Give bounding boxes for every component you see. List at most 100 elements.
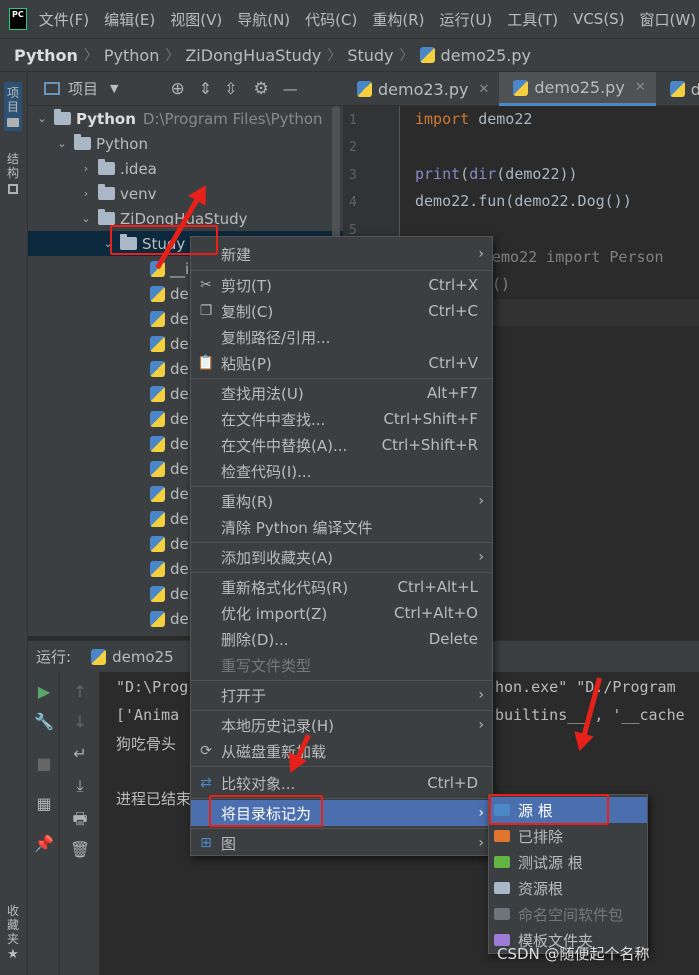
ctx-reformat-code[interactable]: 重新格式化代码(R) Ctrl+Alt+L bbox=[191, 574, 492, 600]
python-file-icon bbox=[669, 81, 685, 97]
tree-item-label: de bbox=[170, 334, 189, 353]
tab-demo23[interactable]: demo23.py ✕ bbox=[343, 72, 499, 106]
locate-icon[interactable]: ⊕ bbox=[170, 79, 184, 99]
expand-all-icon[interactable]: ⇕ bbox=[199, 79, 212, 98]
run-toolbar-primary: ▶ 🔧 ■ ▦ 📌 bbox=[28, 672, 60, 975]
menu-edit[interactable]: 编辑(E) bbox=[104, 9, 155, 30]
ctx-clean-pyc[interactable]: 清除 Python 编译文件 bbox=[191, 514, 492, 540]
submenu-excluded[interactable]: 已排除 bbox=[489, 823, 647, 849]
ctx-compare-with[interactable]: ⇄ 比较对象... Ctrl+D bbox=[191, 770, 492, 796]
folder-icon bbox=[7, 118, 19, 127]
ctx-replace-in-files[interactable]: 在文件中替换(A)... Ctrl+Shift+R bbox=[191, 432, 492, 458]
left-tool-stripe: 项目 结构 收藏夹 ★ bbox=[0, 72, 28, 975]
python-file-icon bbox=[150, 585, 165, 602]
stop-icon[interactable]: ■ bbox=[32, 754, 56, 773]
ctx-copy-path[interactable]: 复制路径/引用... bbox=[191, 324, 492, 350]
gear-icon[interactable]: ⚙ bbox=[254, 79, 269, 99]
rerun-icon[interactable]: ▶ bbox=[32, 682, 56, 701]
console-line: ['Anima bbox=[116, 706, 180, 724]
menu-divider bbox=[191, 766, 492, 767]
ctx-refactor[interactable]: 重构(R) › bbox=[191, 488, 492, 514]
hide-panel-icon[interactable]: — bbox=[283, 80, 298, 98]
submenu-resources-root[interactable]: 资源根 bbox=[489, 875, 647, 901]
tab-label: demo23.py bbox=[378, 79, 469, 99]
tree-item-idea[interactable]: › .idea bbox=[28, 156, 343, 181]
project-tool-tab[interactable]: 项目 bbox=[4, 82, 22, 131]
layout-icon[interactable]: ▦ bbox=[32, 794, 56, 813]
pycharm-logo-icon: PC bbox=[9, 8, 27, 30]
menu-divider bbox=[191, 828, 492, 829]
project-tool-label: 项目 bbox=[6, 86, 19, 114]
print-icon[interactable]: 🖶 bbox=[68, 808, 92, 835]
submenu-test-sources-root[interactable]: 测试源 根 bbox=[489, 849, 647, 875]
python-file-icon bbox=[150, 435, 165, 452]
python-file-icon bbox=[150, 310, 165, 327]
menu-window[interactable]: 窗口(W) bbox=[640, 9, 697, 30]
project-view-icon bbox=[44, 82, 60, 95]
breadcrumb-project[interactable]: Python bbox=[14, 46, 78, 65]
menu-code[interactable]: 代码(C) bbox=[305, 9, 357, 30]
ctx-add-to-favorites[interactable]: 添加到收藏夹(A) › bbox=[191, 544, 492, 570]
breadcrumb-python[interactable]: Python bbox=[104, 46, 159, 65]
soft-wrap-icon[interactable]: ↵ bbox=[68, 744, 92, 763]
collapse-all-icon[interactable]: ⇳ bbox=[224, 79, 237, 98]
structure-tool-tab[interactable]: 结构 bbox=[4, 152, 22, 194]
tree-item-label: de bbox=[170, 384, 189, 403]
breadcrumb-file[interactable]: demo25.py bbox=[441, 46, 531, 65]
wrench-icon[interactable]: 🔧 bbox=[32, 712, 56, 731]
close-icon[interactable]: ✕ bbox=[635, 80, 646, 95]
ctx-open-in[interactable]: 打开于 › bbox=[191, 682, 492, 708]
menu-tools[interactable]: 工具(T) bbox=[507, 9, 558, 30]
python-file-icon bbox=[150, 485, 165, 502]
breadcrumb-study[interactable]: Study bbox=[347, 46, 393, 65]
ctx-new[interactable]: 新建 › bbox=[191, 241, 492, 267]
python-file-icon bbox=[150, 610, 165, 627]
tree-item-venv[interactable]: › venv bbox=[28, 181, 343, 206]
python-file-icon bbox=[150, 560, 165, 577]
ctx-copy[interactable]: ❐ 复制(C) Ctrl+C bbox=[191, 298, 492, 324]
ctx-delete[interactable]: 删除(D)... Delete bbox=[191, 626, 492, 652]
line-number: 2 bbox=[349, 140, 357, 155]
python-file-icon bbox=[150, 285, 165, 302]
arrow-up-icon[interactable]: ↑ bbox=[68, 682, 92, 701]
menu-vcs[interactable]: VCS(S) bbox=[573, 10, 624, 28]
ctx-local-history[interactable]: 本地历史记录(H) › bbox=[191, 712, 492, 738]
menu-refactor[interactable]: 重构(R) bbox=[372, 9, 424, 30]
line-number: 3 bbox=[349, 168, 357, 183]
run-tab-demo25[interactable]: demo25 bbox=[112, 648, 174, 666]
chevron-down-icon[interactable]: ▼ bbox=[110, 82, 118, 95]
tab-dem[interactable]: dem bbox=[656, 72, 699, 106]
tree-item-python[interactable]: ⌄ Python bbox=[28, 131, 343, 156]
arrow-down-icon[interactable]: ↓ bbox=[68, 712, 92, 731]
tab-demo25[interactable]: demo25.py ✕ bbox=[499, 72, 656, 106]
ctx-optimize-imports[interactable]: 优化 import(Z) Ctrl+Alt+O bbox=[191, 600, 492, 626]
project-panel-title[interactable]: 项目 bbox=[68, 78, 98, 99]
pin-icon[interactable]: 📌 bbox=[32, 834, 56, 853]
ctx-find-usages[interactable]: 查找用法(U) Alt+F7 bbox=[191, 380, 492, 406]
ctx-inspect-code[interactable]: 检查代码(I)... bbox=[191, 458, 492, 484]
annotation-box-mark-directory bbox=[209, 795, 323, 827]
menu-run[interactable]: 运行(U) bbox=[440, 9, 493, 30]
tree-item-root[interactable]: ⌄ Python D:\Program Files\Python bbox=[28, 106, 343, 131]
tree-item-label: venv bbox=[120, 184, 157, 203]
submenu-namespace-package: 命名空间软件包 bbox=[489, 901, 647, 927]
favorites-tool-tab[interactable]: 收藏夹 ★ bbox=[4, 904, 22, 962]
python-file-icon bbox=[150, 510, 165, 527]
ctx-paste[interactable]: 📋 粘贴(P) Ctrl+V bbox=[191, 350, 492, 376]
menu-file[interactable]: 文件(F) bbox=[39, 9, 89, 30]
excluded-folder-icon bbox=[494, 830, 510, 842]
tree-item-label: de bbox=[170, 559, 189, 578]
submenu-arrow-icon: › bbox=[478, 687, 484, 703]
ctx-find-in-files[interactable]: 在文件中查找... Ctrl+Shift+F bbox=[191, 406, 492, 432]
scroll-to-end-icon[interactable]: ⤓ bbox=[68, 776, 92, 796]
breadcrumb-zidonghuastudy[interactable]: ZiDongHuaStudy bbox=[185, 46, 321, 65]
close-icon[interactable]: ✕ bbox=[478, 82, 489, 97]
trash-icon[interactable]: 🗑 bbox=[68, 840, 92, 859]
ctx-reload-from-disk[interactable]: ⟳ 从磁盘重新加载 bbox=[191, 738, 492, 764]
tree-item-label: .idea bbox=[120, 159, 157, 178]
menu-view[interactable]: 视图(V) bbox=[170, 9, 222, 30]
ctx-cut[interactable]: ✂ 剪切(T) Ctrl+X bbox=[191, 272, 492, 298]
ctx-diagrams[interactable]: ⊞ 图 › bbox=[191, 830, 492, 856]
tree-item-label: Python bbox=[96, 134, 148, 153]
menu-navigate[interactable]: 导航(N) bbox=[237, 9, 290, 30]
